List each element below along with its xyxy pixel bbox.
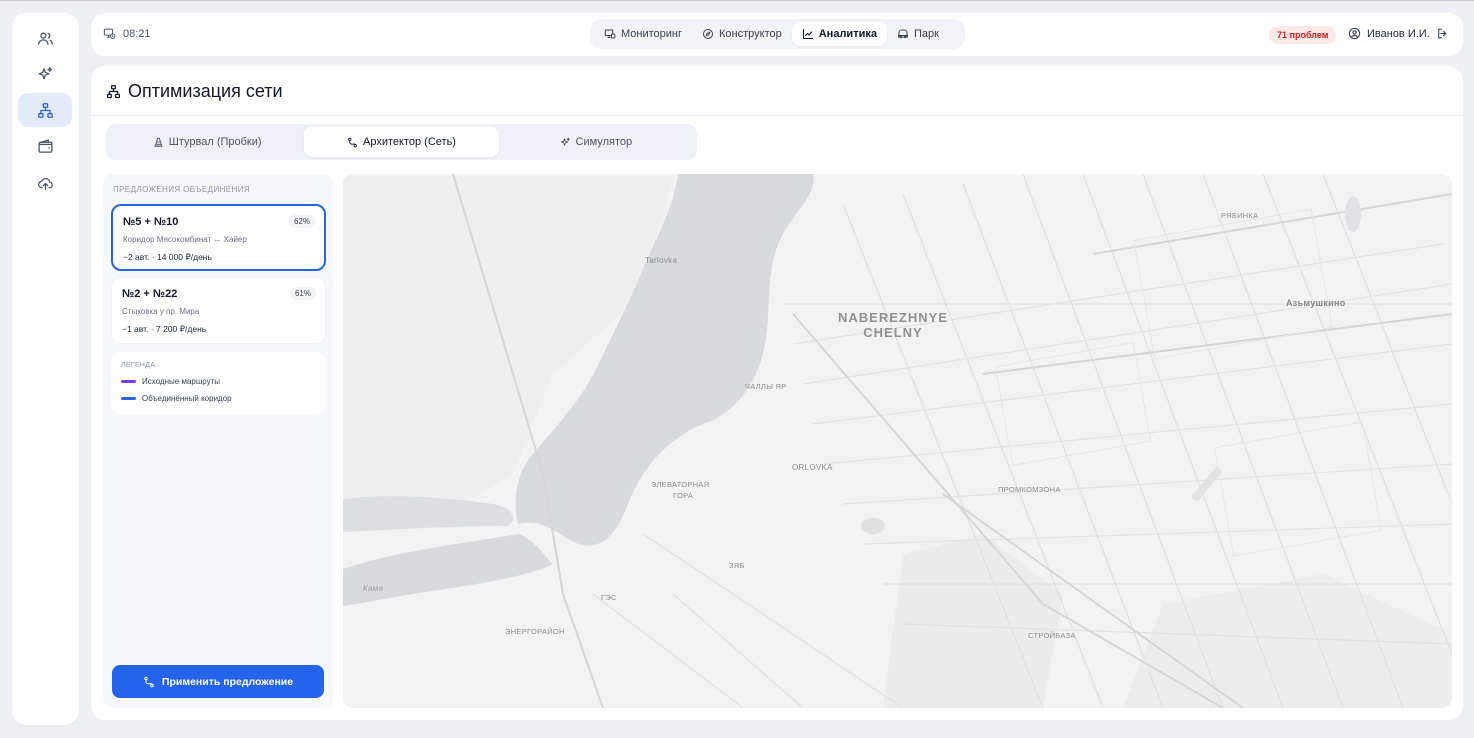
tab-architect[interactable]: Архитектор (Сеть) [304,127,499,157]
tab-architect-label: Архитектор (Сеть) [363,136,456,148]
user-menu[interactable]: Иванов И.И. [1348,27,1449,40]
sparkles-icon [37,66,52,79]
legend-heading: Легенда [121,362,156,369]
map-legend: Легенда Исходные маршруты Объединённый к… [111,352,326,414]
tab-simulator[interactable]: Симулятор [499,127,693,157]
page-title: Оптимизация сети [106,81,283,102]
route-icon [144,676,154,687]
rail-wallet-button[interactable] [18,129,72,163]
legend-item: Объединённый коридор [121,394,232,403]
wallet-icon [37,138,53,153]
map-label-ryabinka: РЯБИНКА [1221,211,1259,220]
legend-item: Исходные маршруты [121,377,220,386]
proposals-heading: Предложения объединения [113,185,251,194]
nav-monitoring-label: Мониторинг [621,28,683,40]
city-map[interactable]: NABEREZHNYE CHELNY Tarlovka РЯБИНКА Азьм… [343,174,1452,708]
user-name: Иванов И.И. [1367,27,1430,40]
proposal-card[interactable]: №5 + №10 62% Коридор Мясокомбинат ↔ Хайе… [111,204,326,271]
rail-network-button[interactable] [18,93,72,127]
legend-swatch-merged [121,397,136,400]
legend-label: Исходные маршруты [142,377,221,386]
title-divider [91,115,1463,116]
window-top-border [0,0,1474,1]
nav-analytics-label: Аналитика [818,28,877,40]
proposal-subtitle: Коридор Мясокомбинат ↔ Хайер [123,235,247,244]
nav-monitoring[interactable]: Мониторинг [594,22,692,46]
users-icon [37,32,53,45]
map-label-orlovka: ORLOVKA [792,463,833,472]
monitor-clock-icon [103,28,116,39]
map-label-kama: Кама [363,584,384,593]
page-title-text: Оптимизация сети [128,81,283,101]
map-label-ges: ГЭС [601,593,617,602]
cloud-upload-icon [37,177,53,190]
clock-time: 08:21 [123,27,151,40]
monitor-icon [604,29,616,39]
main-nav: Мониторинг Конструктор Аналитика Парк [590,19,965,49]
mode-tabs: Штурвал (Пробки) Архитектор (Сеть) Симул… [106,124,697,160]
top-header: 08:21 Мониторинг Конструктор Аналитика П… [91,13,1463,56]
bus-icon [897,29,908,39]
traffic-cone-icon [154,137,163,147]
nav-constructor-label: Конструктор [719,28,782,40]
problems-badge[interactable]: 71 проблем [1269,26,1337,44]
nav-park[interactable]: Парк [887,22,949,46]
map-label-tarlovka: Tarlovka [645,256,678,265]
map-label-chally-yar: ЧАЛЛЫ ЯР [745,382,787,391]
map-label-stroibaza: СТРОЙБАЗА [1028,631,1076,640]
compass-icon [703,29,714,39]
map-label-promkomzona: ПРОМКОМЗОНА [998,485,1061,494]
apply-proposal-label: Применить предложение [161,675,294,688]
proposal-percent-badge: 61% [289,287,316,300]
clock: 08:21 [103,27,151,40]
proposal-subtitle: Стыковка у пр. Мира [122,307,200,316]
proposal-card[interactable]: №2 + №22 61% Стыковка у пр. Мира −1 авт.… [111,277,326,344]
proposal-percent-badge: 62% [288,215,315,228]
user-circle-icon [1348,27,1361,40]
nav-constructor[interactable]: Конструктор [692,22,792,46]
logout-icon[interactable] [1436,27,1449,40]
tab-steering[interactable]: Штурвал (Пробки) [110,127,304,157]
network-icon [106,84,121,99]
apply-proposal-button[interactable]: Применить предложение [112,665,324,698]
tab-simulator-label: Симулятор [575,136,633,148]
sparkles-icon [560,137,570,146]
network-icon [37,102,53,118]
proposal-savings: −2 авт. · 14 000 ₽/день [123,252,212,262]
map-label-elevatornaya-line2: ГОРА [673,491,694,500]
map-label-energorayon: ЭНЕРГОРАЙОН [505,627,565,636]
map-label-city: NABEREZHNYE CHELNY [838,310,948,340]
rail-ai-button[interactable] [18,57,72,91]
legend-label: Объединённый коридор [142,394,232,403]
main-panel: Оптимизация сети Штурвал (Пробки) Архите… [91,66,1463,720]
chart-icon [802,28,813,40]
map-label-azmushkino: Азьмушкино [1286,298,1346,308]
proposals-panel: Предложения объединения №5 + №10 62% Кор… [103,174,333,708]
map-label-city-line1: NABEREZHNYE [838,310,948,325]
rail-users-button[interactable] [18,21,72,55]
proposal-savings: −1 авт. · 7 200 ₽/день [122,324,207,334]
map-label-city-line2: CHELNY [863,325,923,340]
tab-steering-label: Штурвал (Пробки) [168,136,262,148]
map-label-zyab: ЗЯБ [729,561,745,570]
rail-upload-button[interactable] [18,166,72,200]
nav-park-label: Парк [913,28,939,40]
proposal-title: №5 + №10 [123,216,179,228]
proposal-title: №2 + №22 [122,288,178,300]
map-label-elevatornaya-line1: ЭЛЕВАТОРНАЯ [651,480,710,489]
legend-swatch-original [121,380,136,383]
route-icon [348,137,357,147]
left-rail [12,13,79,725]
nav-analytics[interactable]: Аналитика [791,22,887,46]
